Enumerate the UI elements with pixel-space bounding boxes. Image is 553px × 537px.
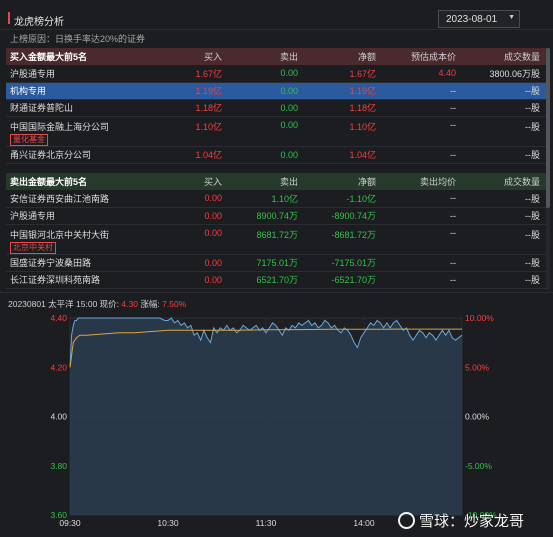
watermark-text: 雪球：炒家龙哥 <box>419 513 525 530</box>
y-tick-label-right: 10.00% <box>465 313 494 323</box>
y-tick-label-right: -5.00% <box>465 461 492 471</box>
intraday-chart[interactable]: 4.404.204.003.803.6010.00%5.00%0.00%-5.0… <box>0 0 553 537</box>
y-tick-label-left: 4.00 <box>50 412 67 422</box>
y-tick-label-left: 4.20 <box>50 362 67 372</box>
dragon-tiger-panel: 龙虎榜分析 2023-08-01 ▼ 上榜原因：日换手率达20%的证券 买入金额… <box>0 0 553 537</box>
y-tick-label-left: 3.80 <box>50 461 67 471</box>
x-tick-label: 11:30 <box>256 518 277 528</box>
x-tick-label: 10:30 <box>157 518 179 528</box>
x-tick-label: 09:30 <box>59 518 81 528</box>
y-tick-label-left: 4.40 <box>50 313 67 323</box>
watermark: 雪球：炒家龙哥 <box>398 510 524 531</box>
y-tick-label-right: 5.00% <box>465 362 490 372</box>
price-area-fill <box>70 318 462 515</box>
snowball-logo-icon <box>398 512 415 529</box>
y-tick-label-right: 0.00% <box>465 412 490 422</box>
x-tick-label: 14:00 <box>353 518 375 528</box>
